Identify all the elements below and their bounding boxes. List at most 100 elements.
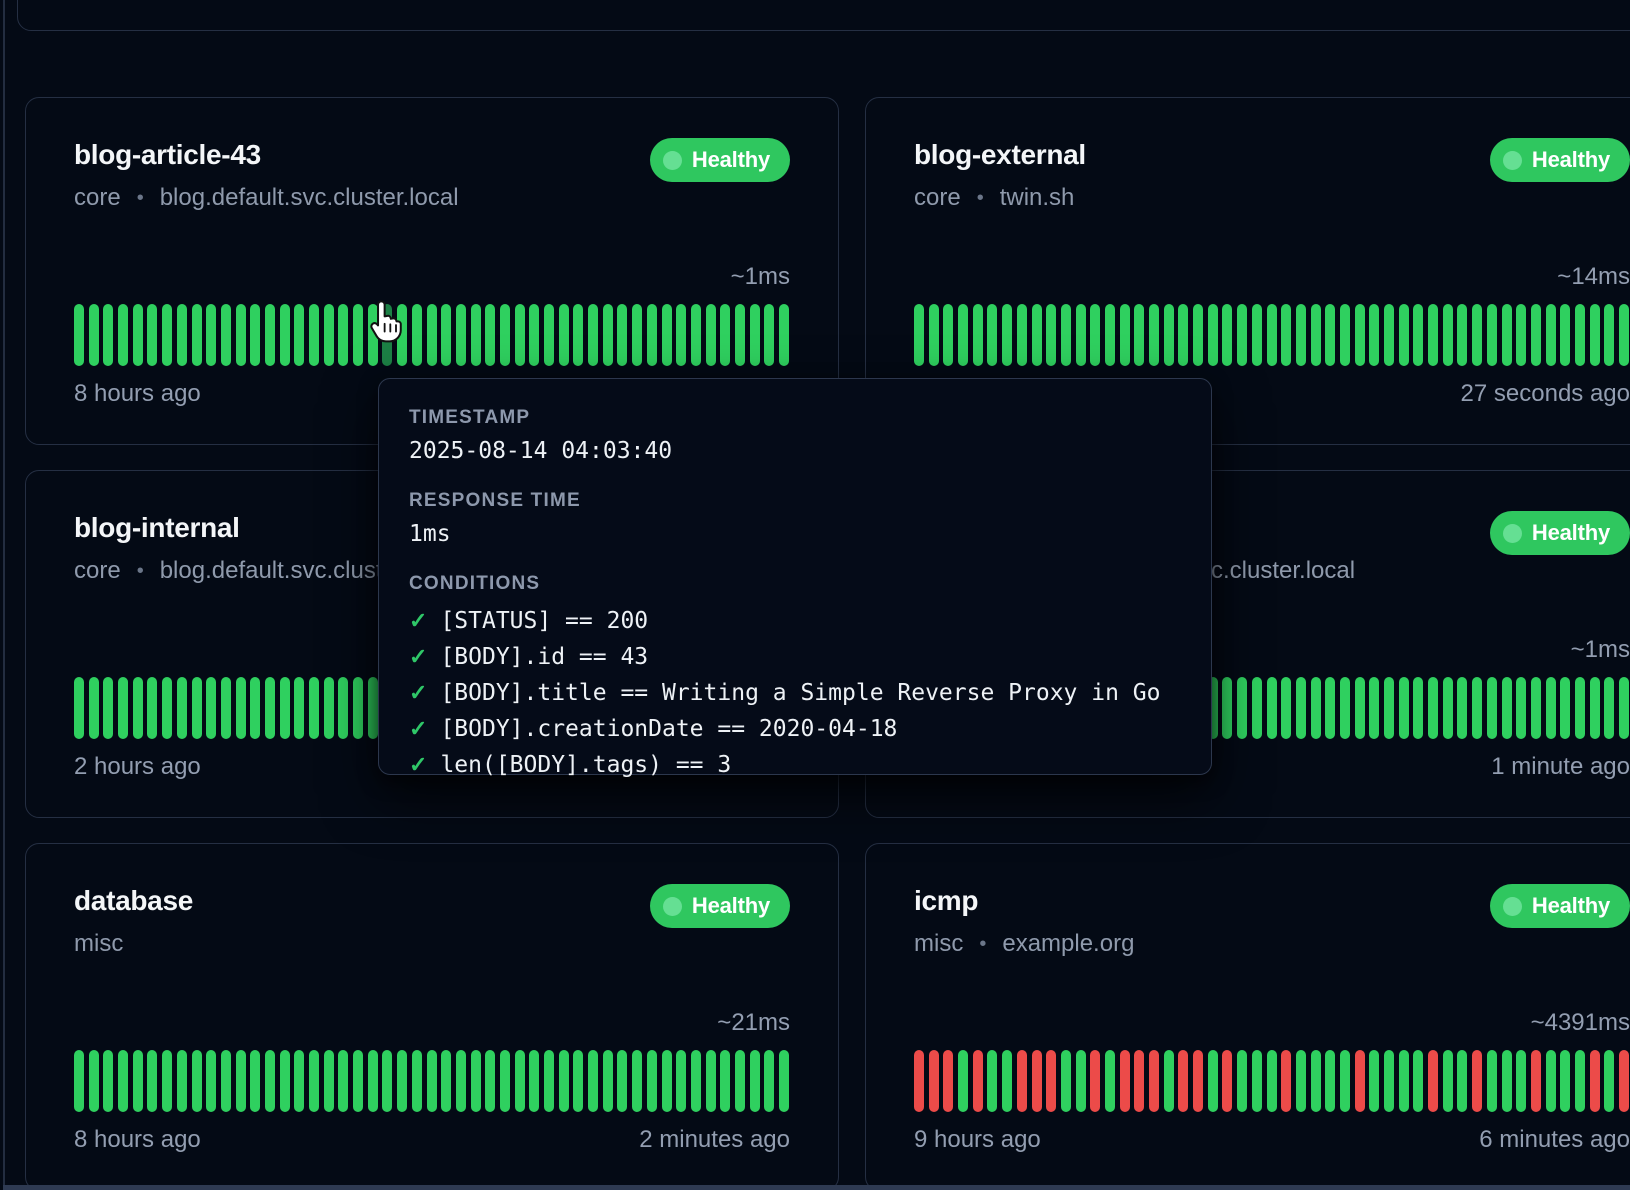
uptime-bar[interactable]: [735, 304, 745, 366]
uptime-bar[interactable]: [1222, 677, 1232, 739]
uptime-bar[interactable]: [1340, 1050, 1350, 1112]
uptime-bar[interactable]: [973, 1050, 983, 1112]
uptime-bar[interactable]: [1134, 1050, 1144, 1112]
uptime-bar[interactable]: [706, 304, 716, 366]
uptime-bar[interactable]: [427, 1050, 437, 1112]
uptime-bar[interactable]: [1457, 1050, 1467, 1112]
uptime-bar[interactable]: [1208, 304, 1218, 366]
uptime-bar[interactable]: [206, 677, 216, 739]
uptime-bar[interactable]: [1502, 304, 1512, 366]
uptime-bar[interactable]: [133, 1050, 143, 1112]
uptime-bar[interactable]: [1281, 304, 1291, 366]
uptime-bar[interactable]: [1325, 304, 1335, 366]
uptime-bar[interactable]: [1017, 1050, 1027, 1112]
uptime-bar[interactable]: [456, 1050, 466, 1112]
uptime-bar[interactable]: [1428, 304, 1438, 366]
uptime-bar[interactable]: [280, 1050, 290, 1112]
uptime-bar[interactable]: [162, 304, 172, 366]
uptime-bar[interactable]: [1296, 304, 1306, 366]
uptime-bar[interactable]: [1267, 304, 1277, 366]
uptime-bar[interactable]: [471, 1050, 481, 1112]
uptime-bar[interactable]: [118, 304, 128, 366]
uptime-bar[interactable]: [1457, 304, 1467, 366]
uptime-bar[interactable]: [1546, 1050, 1556, 1112]
uptime-bar[interactable]: [1032, 304, 1042, 366]
uptime-bar[interactable]: [324, 304, 334, 366]
uptime-bar[interactable]: [1531, 304, 1541, 366]
uptime-bar[interactable]: [617, 304, 627, 366]
uptime-bar[interactable]: [412, 304, 422, 366]
uptime-bar[interactable]: [987, 304, 997, 366]
uptime-bar[interactable]: [1546, 677, 1556, 739]
uptime-bar[interactable]: [676, 1050, 686, 1112]
uptime-bar[interactable]: [1032, 1050, 1042, 1112]
uptime-bar[interactable]: [662, 304, 672, 366]
uptime-bar[interactable]: [1355, 304, 1365, 366]
uptime-bar[interactable]: [1487, 1050, 1497, 1112]
uptime-bar[interactable]: [1516, 677, 1526, 739]
uptime-bar[interactable]: [691, 304, 701, 366]
uptime-bar[interactable]: [147, 1050, 157, 1112]
uptime-bar[interactable]: [632, 1050, 642, 1112]
uptime-bar[interactable]: [133, 304, 143, 366]
uptime-bar[interactable]: [1399, 1050, 1409, 1112]
uptime-bar[interactable]: [1237, 677, 1247, 739]
uptime-bar[interactable]: [441, 1050, 451, 1112]
uptime-bar[interactable]: [1002, 304, 1012, 366]
uptime-bar[interactable]: [1384, 304, 1394, 366]
uptime-bar[interactable]: [1575, 1050, 1585, 1112]
uptime-bar[interactable]: [309, 1050, 319, 1112]
uptime-bar[interactable]: [1575, 677, 1585, 739]
uptime-bar[interactable]: [1178, 1050, 1188, 1112]
uptime-bar[interactable]: [1296, 1050, 1306, 1112]
uptime-bar[interactable]: [1384, 1050, 1394, 1112]
uptime-bar[interactable]: [1590, 677, 1600, 739]
uptime-bar[interactable]: [294, 304, 304, 366]
uptime-bar[interactable]: [603, 1050, 613, 1112]
uptime-bar[interactable]: [280, 304, 290, 366]
uptime-bar[interactable]: [1472, 1050, 1482, 1112]
uptime-bar[interactable]: [559, 1050, 569, 1112]
uptime-bar[interactable]: [147, 304, 157, 366]
uptime-bar[interactable]: [1604, 1050, 1614, 1112]
uptime-bar[interactable]: [750, 304, 760, 366]
uptime-bar[interactable]: [368, 677, 378, 739]
uptime-bar[interactable]: [89, 1050, 99, 1112]
uptime-bar[interactable]: [1604, 304, 1614, 366]
uptime-bar[interactable]: [544, 304, 554, 366]
uptime-bar[interactable]: [603, 304, 613, 366]
uptime-bar[interactable]: [559, 304, 569, 366]
uptime-bar[interactable]: [720, 304, 730, 366]
uptime-bar[interactable]: [162, 677, 172, 739]
uptime-bar[interactable]: [500, 304, 510, 366]
uptime-bar[interactable]: [118, 1050, 128, 1112]
uptime-bar[interactable]: [1384, 677, 1394, 739]
uptime-bar[interactable]: [1443, 304, 1453, 366]
uptime-bar[interactable]: [1017, 304, 1027, 366]
uptime-bar[interactable]: [1222, 1050, 1232, 1112]
uptime-bar[interactable]: [265, 677, 275, 739]
uptime-bar[interactable]: [353, 1050, 363, 1112]
uptime-bar[interactable]: [206, 304, 216, 366]
uptime-bar[interactable]: [192, 304, 202, 366]
service-card-icmp[interactable]: icmp misc • example.org Healthy ~4391ms …: [865, 843, 1630, 1190]
uptime-bar[interactable]: [1369, 304, 1379, 366]
uptime-bar[interactable]: [958, 304, 968, 366]
uptime-bar[interactable]: [1340, 677, 1350, 739]
uptime-bar[interactable]: [573, 1050, 583, 1112]
uptime-bar[interactable]: [103, 677, 113, 739]
uptime-bar[interactable]: [1252, 677, 1262, 739]
uptime-bar[interactable]: [1472, 304, 1482, 366]
uptime-bar[interactable]: [764, 1050, 774, 1112]
uptime-bar[interactable]: [1546, 304, 1556, 366]
uptime-bar[interactable]: [1619, 304, 1629, 366]
uptime-bar[interactable]: [1178, 304, 1188, 366]
uptime-bar[interactable]: [397, 1050, 407, 1112]
uptime-bar[interactable]: [309, 304, 319, 366]
uptime-bar[interactable]: [74, 1050, 84, 1112]
uptime-bar[interactable]: [1061, 304, 1071, 366]
uptime-bar[interactable]: [1340, 304, 1350, 366]
uptime-bar[interactable]: [103, 304, 113, 366]
uptime-bar[interactable]: [324, 1050, 334, 1112]
uptime-bar[interactable]: [1237, 304, 1247, 366]
